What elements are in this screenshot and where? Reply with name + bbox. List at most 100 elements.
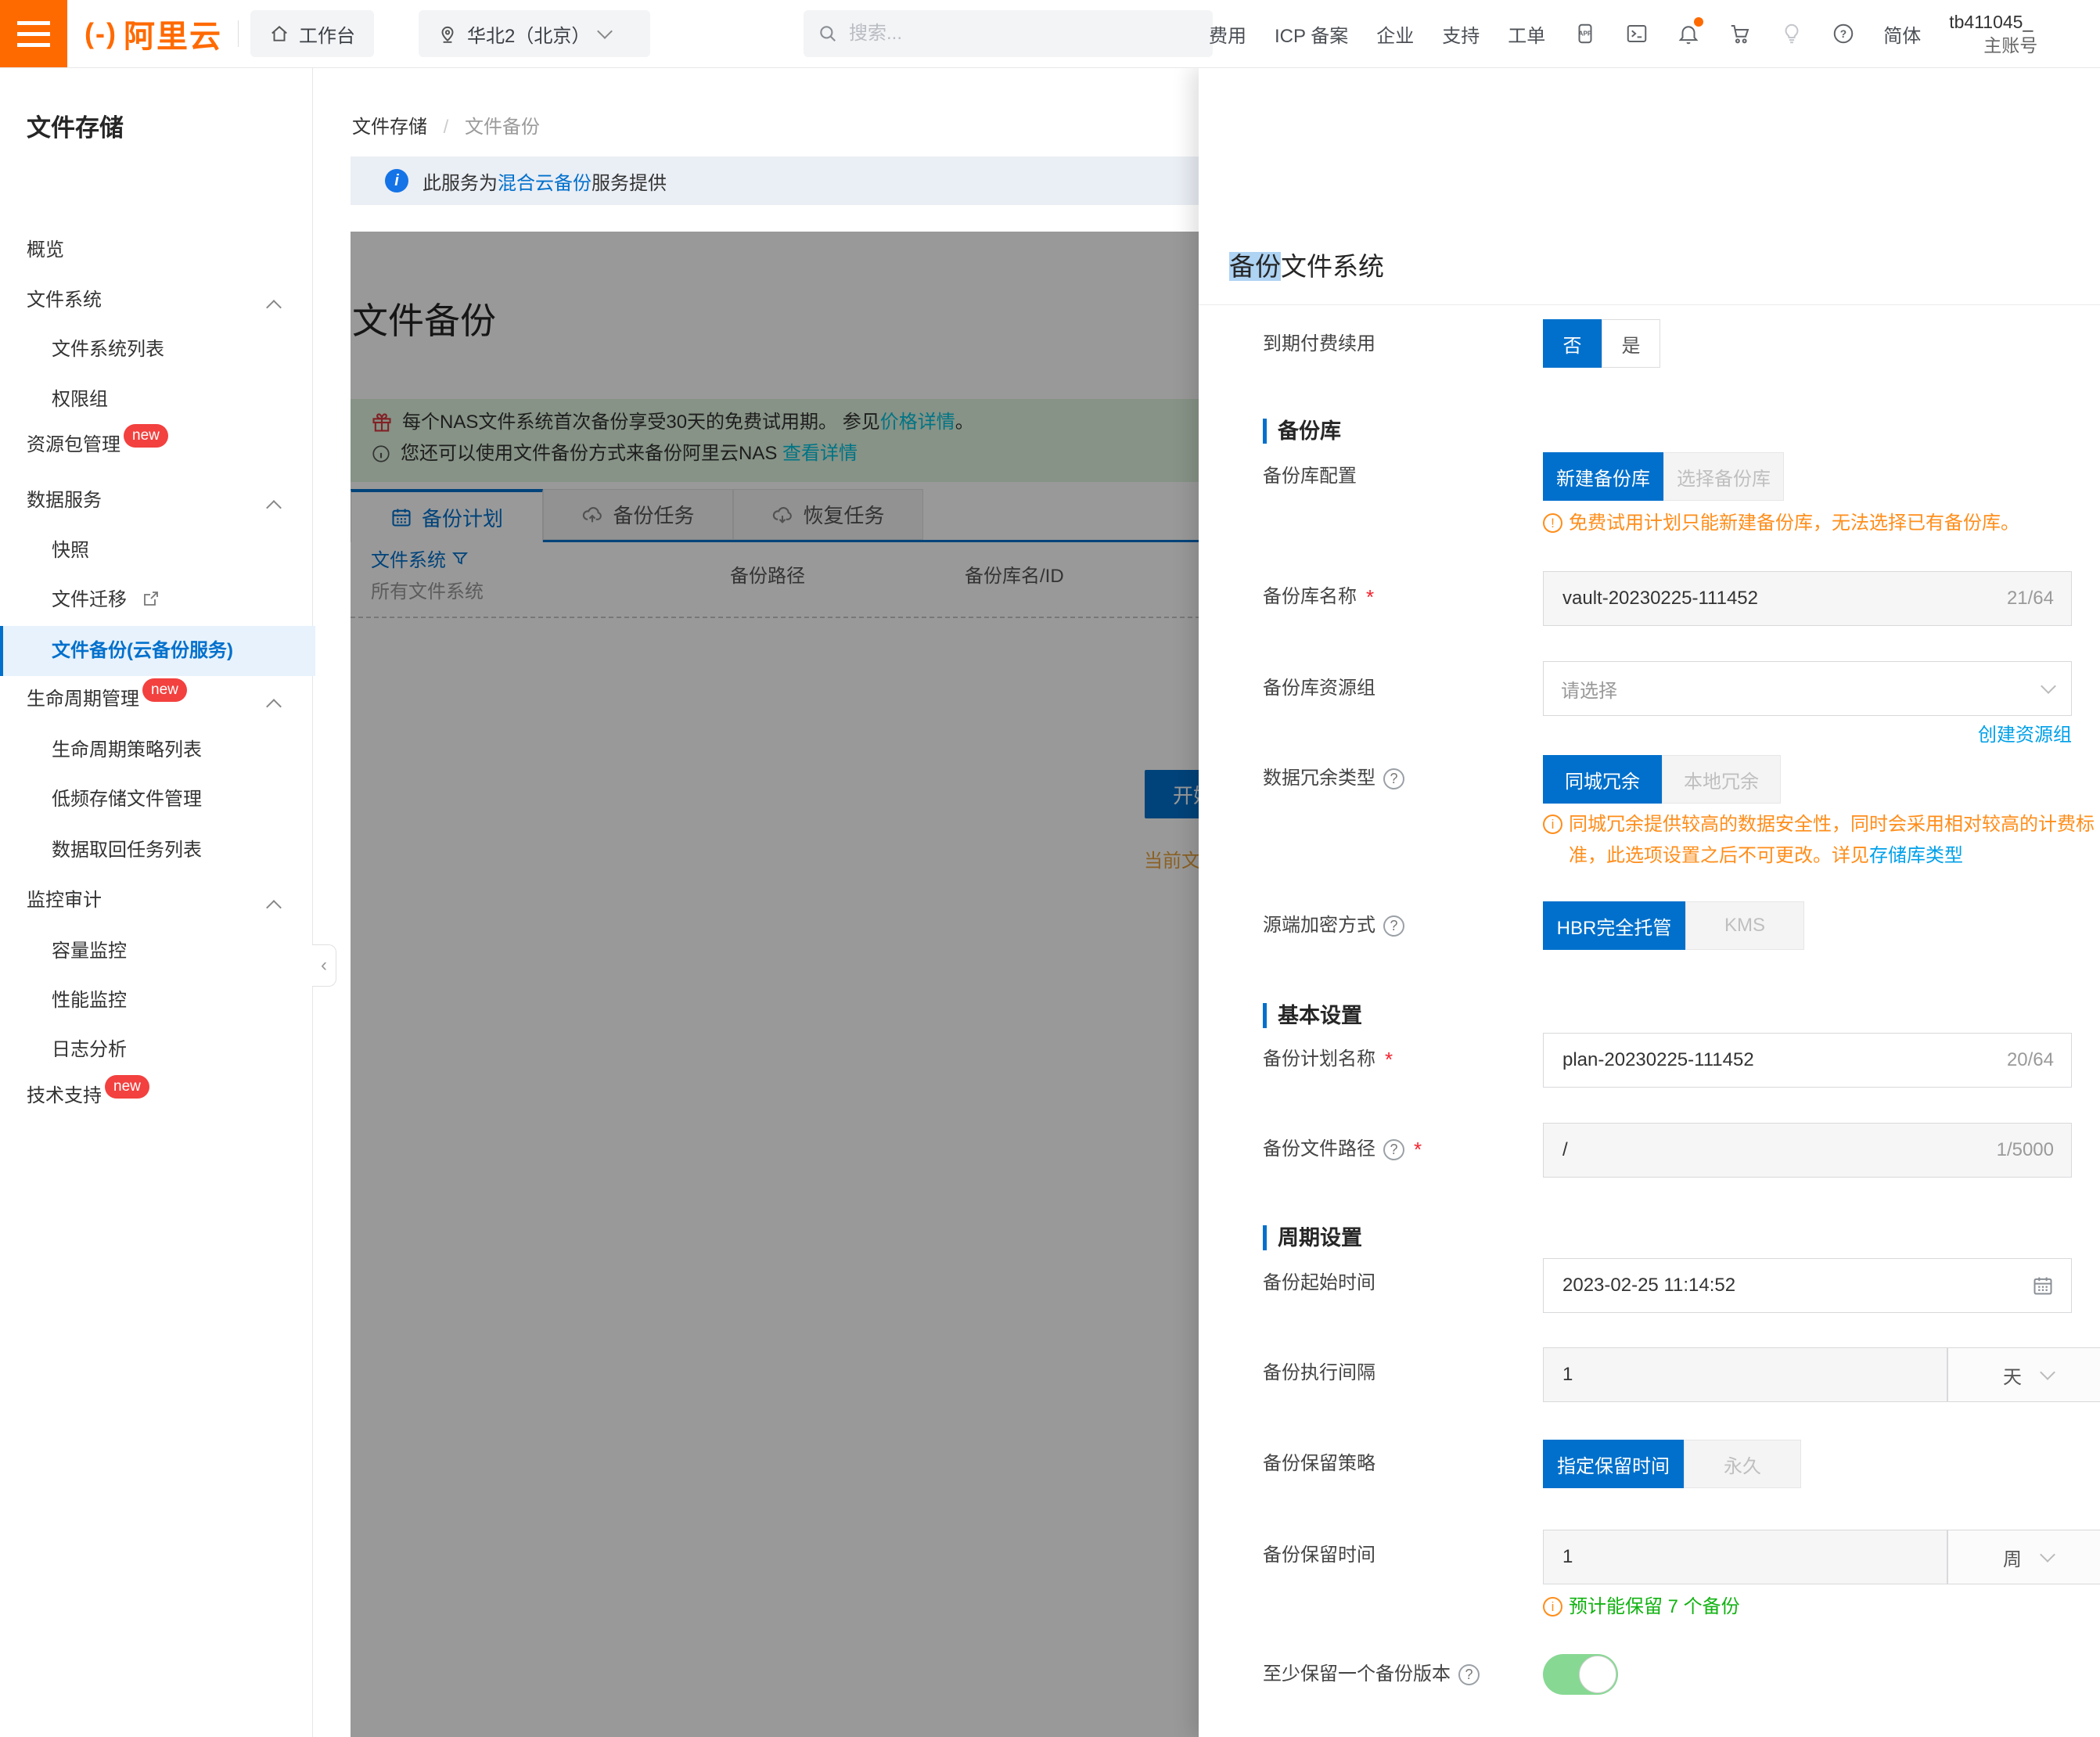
terminal-icon[interactable] [1625,22,1649,45]
sidebar-title: 文件存储 [27,108,124,143]
start-time-field[interactable] [1543,1258,2072,1313]
sidebar-group-file-system[interactable]: 文件系统 [0,275,312,325]
retention-time-field[interactable] [1543,1530,1947,1584]
keep-one-label: 至少保留一个备份版本? [1263,1662,1480,1687]
select-vault-button[interactable]: 选择备份库 [1663,452,1784,501]
renew-no-button[interactable]: 否 [1543,319,1602,368]
help-question-icon[interactable]: ? [1458,1664,1480,1685]
plan-name-input[interactable] [1561,1048,1998,1072]
chevron-up-icon [266,500,282,516]
sidebar-group-lifecycle[interactable]: 生命周期管理new [0,674,312,725]
sidebar-group-monitor-audit[interactable]: 监控审计 [0,876,312,926]
app-icon[interactable]: APP [1573,22,1597,45]
start-time-input[interactable] [1561,1274,2032,1297]
zone-redundant-button[interactable]: 同城冗余 [1543,755,1662,804]
retention-time-input[interactable] [1561,1545,1929,1569]
forever-retention-button[interactable]: 永久 [1684,1440,1801,1488]
sidebar-item-permission-group[interactable]: 权限组 [0,375,312,425]
global-search[interactable] [804,10,1213,57]
backup-path-counter: 1/5000 [1997,1139,2054,1161]
menu-enterprise[interactable]: 企业 [1376,20,1414,48]
sidebar-item-snapshot[interactable]: 快照 [0,526,312,576]
language-toggle[interactable]: 简体 [1883,20,1921,48]
interval-input[interactable] [1561,1363,1929,1386]
page-title: 文件备份 [352,293,496,344]
sidebar-item-lifecycle-policy-list[interactable]: 生命周期策略列表 [0,725,312,775]
create-resource-group-link[interactable]: 创建资源组 [1978,719,2072,746]
help-question-icon[interactable]: ? [1383,915,1404,937]
help-icon[interactable]: ? [1832,22,1855,45]
notifications-bell-icon[interactable] [1677,22,1700,45]
sidebar-item-ia-storage[interactable]: 低频存储文件管理 [0,775,312,825]
resource-group-label: 备份库资源组 [1263,676,1375,701]
retention-policy-toggle: 指定保留时间 永久 [1543,1440,1801,1488]
backup-path-field[interactable]: 1/5000 [1543,1123,2072,1178]
new-badge: new [142,678,187,702]
column-vault-id: 备份库名/ID [965,560,1064,588]
calendar-icon[interactable] [2032,1275,2054,1296]
resource-group-select[interactable]: 请选择 [1543,661,2072,716]
info-icon-orange: i [1543,815,1562,834]
interval-field[interactable] [1543,1347,1947,1402]
sidebar-item-file-migration[interactable]: 文件迁移 [0,575,312,625]
create-vault-button[interactable]: 新建备份库 [1543,452,1663,501]
hbr-managed-button[interactable]: HBR完全托管 [1543,901,1685,950]
sidebar-item-data-retrieval[interactable]: 数据取回任务列表 [0,825,312,876]
breadcrumb-root[interactable]: 文件存储 [352,117,427,138]
menu-ticket[interactable]: 工单 [1508,20,1545,48]
vault-name-field[interactable]: 21/64 [1543,571,2072,626]
tab-backup-plan[interactable]: 备份计划 [351,489,543,542]
kms-button[interactable]: KMS [1685,901,1804,950]
sidebar-item-tech-support[interactable]: 技术支持new [0,1071,312,1121]
menu-support[interactable]: 支持 [1442,20,1480,48]
region-selector[interactable]: 华北2（北京） [419,10,650,57]
lightbulb-icon[interactable] [1780,22,1803,45]
sidebar-item-capacity-monitor[interactable]: 容量监控 [0,926,312,976]
retention-unit-select[interactable]: 周 [1947,1530,2100,1584]
sidebar-group-data-service[interactable]: 数据服务 [0,476,312,526]
account-menu[interactable]: tb411045_ 主账号 [1949,10,2037,57]
help-question-icon[interactable]: ? [1383,1139,1404,1160]
workbench-button[interactable]: 工作台 [250,10,374,57]
logo-bracket-icon: (-) [85,17,117,50]
chevron-up-icon [266,900,282,915]
aliyun-logo[interactable]: (-) 阿里云 [85,0,222,67]
backup-path-label: 备份文件路径?* [1263,1137,1422,1162]
menu-icp[interactable]: ICP 备案 [1275,20,1348,48]
redundancy-toggle: 同城冗余 本地冗余 [1543,755,1781,804]
plan-name-field[interactable]: 20/64 [1543,1033,2072,1088]
interval-unit-select[interactable]: 天 [1947,1347,2100,1402]
section-basic: 基本设置 [1263,1003,1362,1028]
gift-icon [371,412,393,433]
hybrid-backup-link[interactable]: 混合云备份 [498,173,592,194]
search-input[interactable] [847,22,1148,45]
renew-yes-button[interactable]: 是 [1602,319,1660,368]
vault-type-link[interactable]: 存储库类型 [1869,845,1963,866]
sidebar-item-file-system-list[interactable]: 文件系统列表 [0,325,312,375]
sidebar-collapse-handle[interactable]: ‹ [312,944,336,987]
sidebar-item-performance-monitor[interactable]: 性能监控 [0,976,312,1026]
specified-retention-button[interactable]: 指定保留时间 [1543,1440,1684,1488]
local-redundant-button[interactable]: 本地冗余 [1662,755,1781,804]
hamburger-menu-button[interactable] [0,0,67,67]
pricing-link[interactable]: 价格详情 [880,412,955,433]
backup-path-input[interactable] [1561,1138,1987,1162]
details-link[interactable]: 查看详情 [782,443,858,464]
region-label: 华北2（北京） [467,20,590,48]
cart-icon[interactable] [1728,22,1752,45]
vault-name-input[interactable] [1561,587,1998,610]
sidebar-item-overview[interactable]: 概览 [0,225,312,275]
keep-one-switch[interactable] [1543,1654,1618,1695]
tab-restore-jobs[interactable]: 恢复任务 [733,489,923,540]
new-badge: new [124,424,168,448]
sidebar-item-log-analysis[interactable]: 日志分析 [0,1025,312,1075]
sidebar-item-file-backup[interactable]: 文件备份(云备份服务) [0,626,315,676]
menu-billing[interactable]: 费用 [1209,20,1246,48]
tab-backup-jobs[interactable]: 备份任务 [543,489,733,540]
breadcrumb: 文件存储 / 文件备份 [352,111,540,138]
sidebar-item-resource-package[interactable]: 资源包管理new [0,420,312,470]
top-navbar: (-) 阿里云 工作台 华北2（北京） 费用 ICP 备案 企业 支持 工单 A… [0,0,2100,68]
file-system-filter[interactable]: 文件系统 [371,545,469,572]
help-question-icon[interactable]: ? [1383,768,1404,789]
retention-estimate: i 预计能保留 7 个备份 [1543,1591,1740,1623]
